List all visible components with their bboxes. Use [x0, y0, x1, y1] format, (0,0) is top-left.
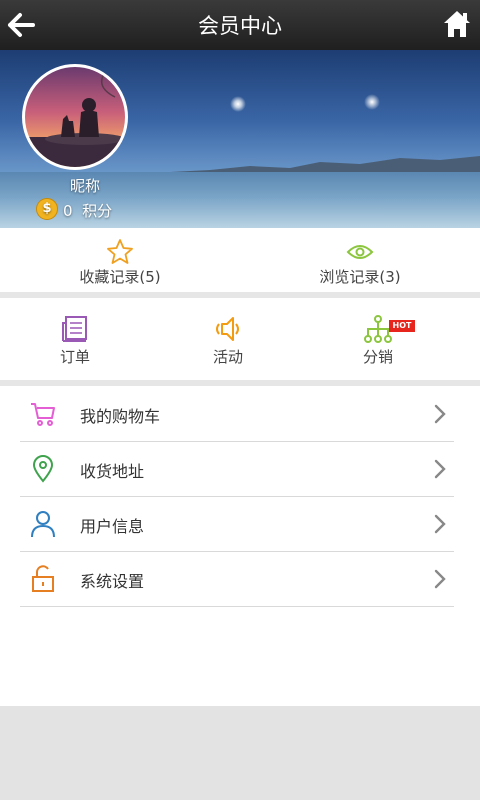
browse-record[interactable]: 浏览记录(3): [240, 228, 480, 292]
shortcut-orders-label: 订单: [59, 348, 90, 366]
menu-item-settings-label: 系统设置: [80, 572, 145, 591]
star-icon: [107, 239, 133, 264]
nickname[interactable]: 昵称: [0, 175, 170, 196]
unlock-icon: [32, 565, 54, 592]
home-icon[interactable]: [442, 8, 472, 40]
chevron-right-icon: [434, 514, 446, 534]
shortcut-distribution-label: 分销: [362, 348, 393, 366]
points-label: 积分: [82, 202, 113, 220]
chevron-right-icon: [434, 459, 446, 479]
user-icon: [31, 511, 55, 538]
shortcut-distribution[interactable]: HOT 分销: [303, 298, 453, 380]
banner-light: [230, 96, 246, 112]
chevron-right-icon: [434, 569, 446, 589]
points-value: 0: [63, 202, 73, 220]
favorites-record-label: 收藏记录(5): [79, 268, 161, 286]
shortcut-activities-label: 活动: [212, 348, 243, 366]
menu-item-settings[interactable]: 系统设置: [20, 551, 454, 607]
browse-record-label: 浏览记录(3): [319, 268, 401, 286]
coin-icon: $: [36, 198, 58, 220]
menu-item-user-info[interactable]: 用户信息: [20, 496, 454, 552]
points-text: 0 积分: [63, 200, 112, 221]
menu-item-user-info-label: 用户信息: [80, 517, 145, 536]
speaker-icon: [216, 317, 239, 341]
chevron-right-icon: [434, 404, 446, 424]
shortcuts-bar: 订单 活动 HOT 分销: [0, 298, 480, 380]
cart-icon: [31, 403, 55, 426]
shortcut-activities[interactable]: 活动: [153, 298, 303, 380]
menu-item-cart-label: 我的购物车: [80, 407, 161, 426]
favorites-record[interactable]: 收藏记录(5): [0, 228, 240, 292]
shortcut-orders[interactable]: 订单: [0, 298, 150, 380]
order-icon: [62, 316, 87, 342]
menu-list: 我的购物车 收货地址 用户信息 系统设置: [0, 386, 480, 706]
location-icon: [32, 455, 54, 483]
top-bar: 会员中心: [0, 0, 480, 50]
menu-item-address[interactable]: 收货地址: [20, 441, 454, 497]
eye-icon: [346, 245, 374, 259]
avatar[interactable]: [22, 64, 128, 170]
page-title: 会员中心: [198, 14, 282, 38]
avatar-image: [25, 71, 125, 167]
page-bottom-area: [0, 706, 480, 800]
records-bar: 收藏记录(5) 浏览记录(3): [0, 228, 480, 292]
hot-badge: HOT: [389, 320, 415, 332]
banner-light: [364, 94, 380, 110]
menu-item-cart[interactable]: 我的购物车: [20, 386, 454, 442]
menu-item-address-label: 收货地址: [80, 462, 145, 481]
